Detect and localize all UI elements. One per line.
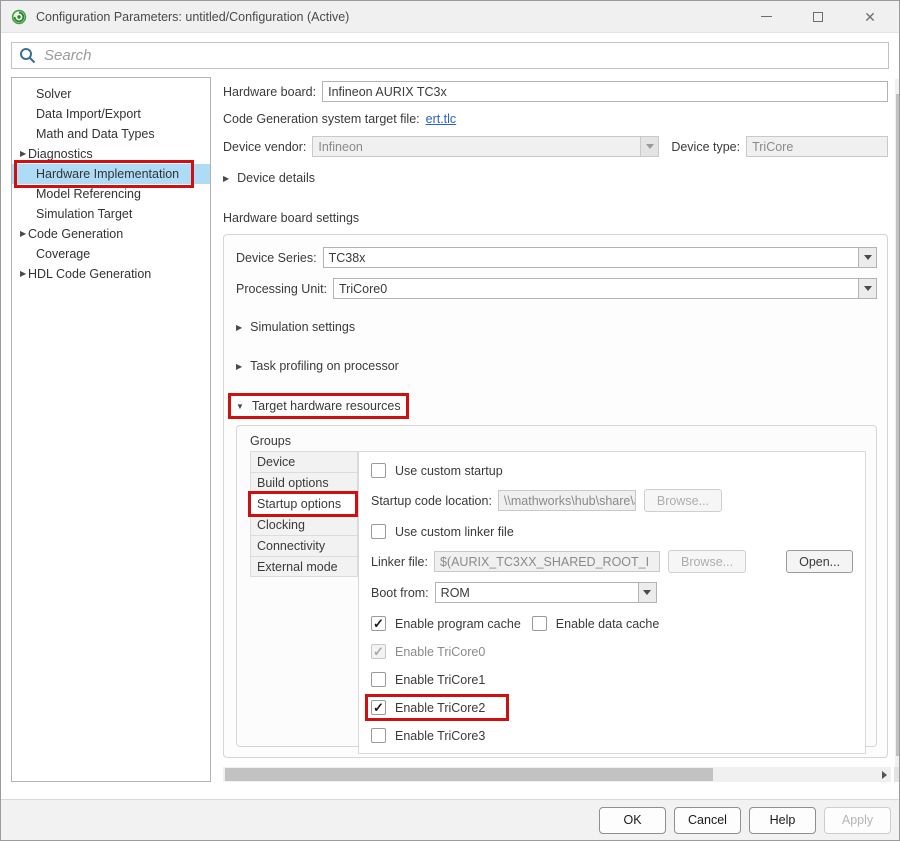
sidebar-item-coverage[interactable]: Coverage — [12, 244, 210, 264]
group-tab-startup-options[interactable]: Startup options — [250, 493, 358, 514]
category-tree: Solver Data Import/Export Math and Data … — [11, 77, 211, 782]
enable-data-cache-checkbox[interactable] — [532, 616, 547, 631]
scroll-up-icon[interactable] — [895, 79, 900, 93]
expand-arrow-icon: ▶ — [223, 174, 229, 183]
boot-from-select[interactable]: ROM — [435, 582, 657, 603]
expand-arrow-icon[interactable]: ▶ — [12, 264, 28, 284]
checkmark-icon: ✓ — [373, 701, 384, 714]
device-type-label: Device type: — [671, 140, 740, 154]
linker-file-label: Linker file: — [371, 555, 428, 569]
horizontal-scrollbar[interactable] — [223, 767, 891, 782]
sidebar-item-data-import-export[interactable]: Data Import/Export — [12, 104, 210, 124]
search-input[interactable]: Search — [11, 42, 889, 69]
expand-arrow-icon[interactable]: ▶ — [12, 224, 28, 244]
enable-tricore3-checkbox[interactable] — [371, 728, 386, 743]
simulation-settings-toggle[interactable]: ▶ Simulation settings — [236, 320, 355, 334]
group-tab-clocking[interactable]: Clocking — [250, 514, 358, 535]
configuration-parameters-dialog: Configuration Parameters: untitled/Confi… — [0, 0, 900, 841]
chevron-down-icon[interactable] — [858, 279, 876, 298]
sidebar-item-math-and-data-types[interactable]: Math and Data Types — [12, 124, 210, 144]
device-vendor-label: Device vendor: — [223, 140, 306, 154]
linker-file-input: $(AURIX_TC3XX_SHARED_ROOT_I — [434, 551, 660, 572]
target-file-label: Code Generation system target file: — [223, 112, 420, 126]
cancel-button[interactable]: Cancel — [674, 807, 741, 834]
scrollbar-corner — [894, 767, 900, 782]
minimize-icon[interactable] — [755, 6, 777, 28]
startup-options-panel: Use custom startup Startup code location… — [358, 451, 866, 754]
hardware-board-settings-card: Device Series: TC38x Processing Unit: Tr… — [223, 234, 888, 758]
checkmark-icon: ✓ — [373, 645, 384, 658]
group-tab-build-options[interactable]: Build options — [250, 472, 358, 493]
expand-arrow-icon: ▶ — [236, 362, 242, 371]
browse-startup-button: Browse... — [644, 489, 722, 512]
device-vendor-select: Infineon — [312, 136, 659, 157]
open-linker-button[interactable]: Open... — [786, 550, 853, 573]
horizontal-scrollbar-thumb[interactable] — [225, 768, 713, 781]
sidebar-item-code-generation[interactable]: ▶Code Generation — [12, 224, 210, 244]
enable-tricore2-checkbox[interactable]: ✓ — [371, 700, 386, 715]
dialog-footer: OK Cancel Help Apply — [1, 799, 899, 840]
expand-arrow-icon[interactable]: ▶ — [12, 144, 28, 164]
target-file-link[interactable]: ert.tlc — [426, 112, 457, 126]
startup-code-location-label: Startup code location: — [371, 494, 492, 508]
search-icon — [19, 47, 36, 64]
simulink-settings-icon — [11, 9, 27, 25]
startup-code-location-input: \\mathworks\hub\share\ap — [498, 490, 636, 511]
sidebar-item-model-referencing[interactable]: Model Referencing — [12, 184, 210, 204]
groups-title: Groups — [250, 434, 866, 448]
groups-card: Groups Device Build options Startup opti… — [236, 425, 877, 747]
window-title: Configuration Parameters: untitled/Confi… — [36, 10, 349, 24]
sidebar-item-hdl-code-generation[interactable]: ▶HDL Code Generation — [12, 264, 210, 284]
boot-from-label: Boot from: — [371, 586, 429, 600]
ok-button[interactable]: OK — [599, 807, 666, 834]
use-custom-startup-checkbox[interactable] — [371, 463, 386, 478]
enable-tricore1-checkbox[interactable] — [371, 672, 386, 687]
processing-unit-label: Processing Unit: — [236, 282, 327, 296]
task-profiling-toggle[interactable]: ▶ Task profiling on processor — [236, 359, 399, 373]
hardware-board-input[interactable]: Infineon AURIX TC3x — [322, 81, 888, 102]
enable-tricore0-checkbox: ✓ — [371, 644, 386, 659]
checkmark-icon: ✓ — [373, 617, 384, 630]
chevron-down-icon[interactable] — [858, 248, 876, 267]
hardware-board-label: Hardware board: — [223, 85, 316, 99]
maximize-icon[interactable] — [807, 6, 829, 28]
sidebar-item-diagnostics[interactable]: ▶Diagnostics — [12, 144, 210, 164]
device-type-field: TriCore — [746, 136, 888, 157]
chevron-down-icon[interactable] — [638, 583, 656, 602]
main-panel: Hardware board: Infineon AURIX TC3x Code… — [223, 77, 900, 782]
vertical-scrollbar[interactable] — [895, 79, 900, 773]
close-icon[interactable]: ✕ — [859, 6, 881, 28]
title-bar: Configuration Parameters: untitled/Confi… — [1, 1, 899, 33]
enable-program-cache-checkbox[interactable]: ✓ — [371, 616, 386, 631]
target-hardware-resources-toggle[interactable]: ▼ Target hardware resources — [236, 399, 401, 413]
group-tab-device[interactable]: Device — [250, 451, 358, 472]
hardware-board-settings-title: Hardware board settings — [223, 211, 888, 225]
device-series-select[interactable]: TC38x — [323, 247, 878, 268]
processing-unit-select[interactable]: TriCore0 — [333, 278, 877, 299]
device-series-label: Device Series: — [236, 251, 317, 265]
scroll-right-icon[interactable] — [877, 767, 891, 782]
sidebar-item-solver[interactable]: Solver — [12, 84, 210, 104]
device-details-toggle[interactable]: ▶ Device details — [223, 171, 315, 185]
chevron-down-icon — [640, 137, 658, 156]
browse-linker-button: Browse... — [668, 550, 746, 573]
collapse-arrow-icon: ▼ — [236, 402, 244, 411]
search-placeholder: Search — [44, 47, 92, 64]
apply-button: Apply — [824, 807, 891, 834]
sidebar-item-hardware-implementation[interactable]: Hardware Implementation — [12, 164, 210, 184]
vertical-scrollbar-thumb[interactable] — [896, 94, 900, 756]
group-tab-connectivity[interactable]: Connectivity — [250, 535, 358, 556]
group-tab-external-mode[interactable]: External mode — [250, 556, 358, 577]
sidebar-item-simulation-target[interactable]: Simulation Target — [12, 204, 210, 224]
help-button[interactable]: Help — [749, 807, 816, 834]
use-custom-linker-checkbox[interactable] — [371, 524, 386, 539]
expand-arrow-icon: ▶ — [236, 323, 242, 332]
groups-tab-list: Device Build options Startup options Clo… — [250, 451, 358, 754]
search-row: Search — [1, 33, 899, 69]
